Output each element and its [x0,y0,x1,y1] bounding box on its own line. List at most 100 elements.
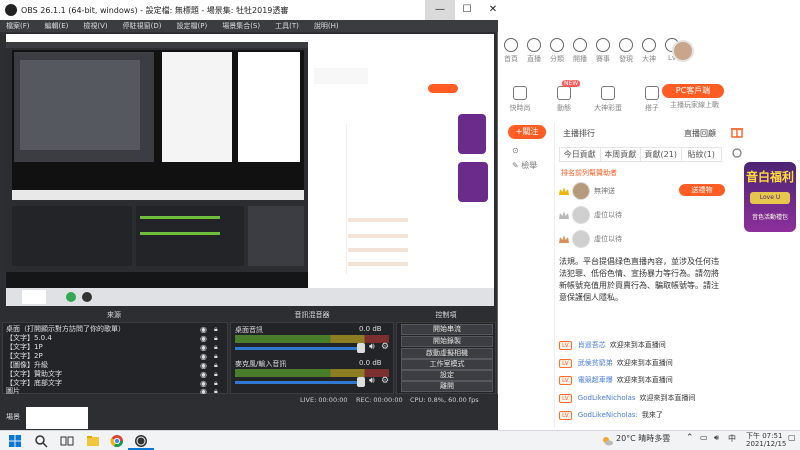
category-item[interactable]: 大神彩蛋 [586,86,630,113]
mixer-channel-db: 0.0 dB [359,325,382,333]
settings-icon[interactable] [730,146,744,160]
lock-icon[interactable]: 🔒︎ [214,334,218,343]
nav-item[interactable]: 發現 [615,38,637,64]
tab-sticker[interactable]: 貼紋(1) [682,148,722,161]
tab-live-review[interactable]: 直播回顧 [684,128,716,139]
clock-date[interactable]: 2021/12/15 [746,440,786,448]
studio-mode-button[interactable]: 工作室模式 [401,359,493,370]
tab-anchor-rank[interactable]: 主播排行 [563,128,595,139]
avatar[interactable] [572,206,590,224]
send-gift-button[interactable]: 送禮物 [679,184,725,196]
weather-text[interactable]: 20°C 晴時多雲 [616,433,670,444]
side-gift-banner[interactable]: 音白福利 Love U 音色活動禮包 [744,162,796,232]
close-button[interactable]: ✕ [478,0,508,20]
lock-icon[interactable]: 🔒︎ [214,361,218,370]
live-timer: LIVE: 00:00:00 [300,396,348,404]
crown-silver-icon [559,211,569,219]
file-explorer-icon[interactable] [86,434,100,448]
menu-edit[interactable]: 編輯(E) [45,20,69,32]
tab-today[interactable]: 今日貢獻 [560,148,601,161]
visibility-eye-icon[interactable]: ◉ [200,370,207,379]
task-view-icon[interactable] [60,434,74,448]
gear-icon[interactable]: ⚙︎ [381,342,389,352]
lock-icon[interactable]: 🔒︎ [214,370,218,379]
category-item[interactable]: 快時尚 [498,86,542,113]
volume-slider-handle[interactable] [357,343,365,353]
tab-contrib[interactable]: 貢獻(21) [641,148,682,161]
speaker-icon[interactable]: 🔊︎ [369,342,375,352]
menu-tools[interactable]: 工具(T) [275,20,299,32]
menu-help[interactable]: 說明(H) [314,20,339,32]
category-item[interactable]: 動態 [542,86,586,113]
visibility-eye-icon[interactable]: ◉ [200,343,207,352]
chrome-icon[interactable] [110,434,124,448]
obs-taskbar-icon[interactable] [134,434,148,448]
menu-profile[interactable]: 設定檔(P) [177,20,208,32]
obs-logo-icon [5,4,17,16]
visibility-eye-icon[interactable]: ◉ [200,352,207,361]
nav-item[interactable]: 首頁 [500,38,522,64]
avatar[interactable] [572,182,590,200]
sources-list: 桌面（打開顯示對方訪問了你的歌單） ◉ 🔒︎ 【文字】5.0.4 ◉ 🔒︎ 【文字】1P… [2,322,228,396]
scenes-label: 場景 [6,413,20,421]
nav-item[interactable]: 直播 [523,38,545,64]
tray-chevron-icon[interactable]: ⌃ [686,433,694,443]
obs-preview-canvas[interactable] [6,34,494,306]
left-label[interactable]: ⊙ [512,146,519,155]
volume-icon[interactable]: 🔊︎ [714,433,719,443]
pc-client-button[interactable]: PC客戶端 [662,84,724,98]
nested-taskbar [6,288,494,306]
report-link[interactable]: ✎ 檢舉 [512,160,537,171]
volume-slider[interactable] [235,347,359,350]
obs-menubar: 檔案(F) 編輯(E) 檢視(V) 停駐視窗(D) 設定檔(P) 場景集合(S)… [0,20,498,32]
avatar[interactable] [572,230,590,248]
mixer-channel-name: 麥克風/輸入音訊 [235,360,287,368]
menu-docks[interactable]: 停駐視窗(D) [123,20,162,32]
settings-button[interactable]: 設定 [401,370,493,381]
follow-button[interactable]: +關注 [508,125,546,139]
category-row: 快時尚 動態 大神彩蛋 搭子 [498,86,674,113]
minimize-button[interactable]: — [425,0,455,20]
nav-item[interactable]: 賽事 [592,38,614,64]
speaker-icon[interactable]: 🔊︎ [369,376,375,386]
nav-item[interactable]: 大神 [638,38,660,64]
chat-message: LV GodLikeNicholas 欢迎來到本直播间 [559,393,696,403]
nav-item[interactable]: 開播 [569,38,591,64]
obs-statusbar: LIVE: 00:00:00 REC: 00:00:00 CPU: 0.8%, … [0,394,498,406]
visibility-eye-icon[interactable]: ◉ [200,334,207,343]
lock-icon[interactable]: 🔒︎ [214,325,218,334]
volume-slider[interactable] [235,381,359,384]
gift-banner-title: 音白福利 [745,170,794,184]
windows-start-icon[interactable] [8,434,22,448]
lock-icon[interactable]: 🔒︎ [214,343,218,352]
notification-icon[interactable]: ▢ [788,433,796,442]
ranking-panel: 主播排行 直播回顧 今日貢獻 本周貢獻 貢獻(21) 貼紋(1) 排名前列幫贊助… [554,122,726,428]
visibility-eye-icon[interactable]: ◉ [200,361,207,370]
lock-icon[interactable]: 🔒︎ [214,352,218,361]
ranker-name[interactable]: 無神送 [594,186,615,196]
start-streaming-button[interactable]: 開始串流 [401,324,493,335]
nav-item[interactable]: 分類 [546,38,568,64]
gear-icon[interactable]: ⚙︎ [381,376,389,386]
start-recording-button[interactable]: 開始錄製 [401,336,493,347]
contribution-tabs: 今日貢獻 本周貢獻 貢獻(21) 貼紋(1) [559,147,722,162]
visibility-eye-icon[interactable]: ◉ [200,325,207,334]
user-avatar[interactable] [672,40,694,62]
nested-browser-capture [308,34,494,288]
ranker-name: 虛位以待 [594,211,622,219]
menu-view[interactable]: 檢視(V) [83,20,107,32]
network-icon[interactable]: ▭ [700,433,708,442]
ranker-row: 虛位以待 [559,206,622,224]
menu-scene-collection[interactable]: 場景集合(S) [222,20,260,32]
virtual-camera-button[interactable]: 啟動虛擬相機 [401,348,493,359]
search-icon[interactable] [34,434,48,448]
chat-notice: 法規。平台提倡绿色直播內容，並涉及任何违法犯罪、低俗色情、宣扬暴力等行為。請勿將… [559,257,719,302]
tab-week[interactable]: 本周貢獻 [601,148,641,161]
scene-thumbnail[interactable] [26,407,88,429]
ime-icon[interactable]: 中 [728,433,736,444]
exit-button[interactable]: 離開 [401,381,493,392]
chat-message: LV 電競超車爆 欢迎來到本直播间 [559,375,673,385]
gift-icon[interactable] [730,124,744,138]
volume-slider-handle[interactable] [357,377,365,387]
menu-file[interactable]: 檔案(F) [6,20,30,32]
